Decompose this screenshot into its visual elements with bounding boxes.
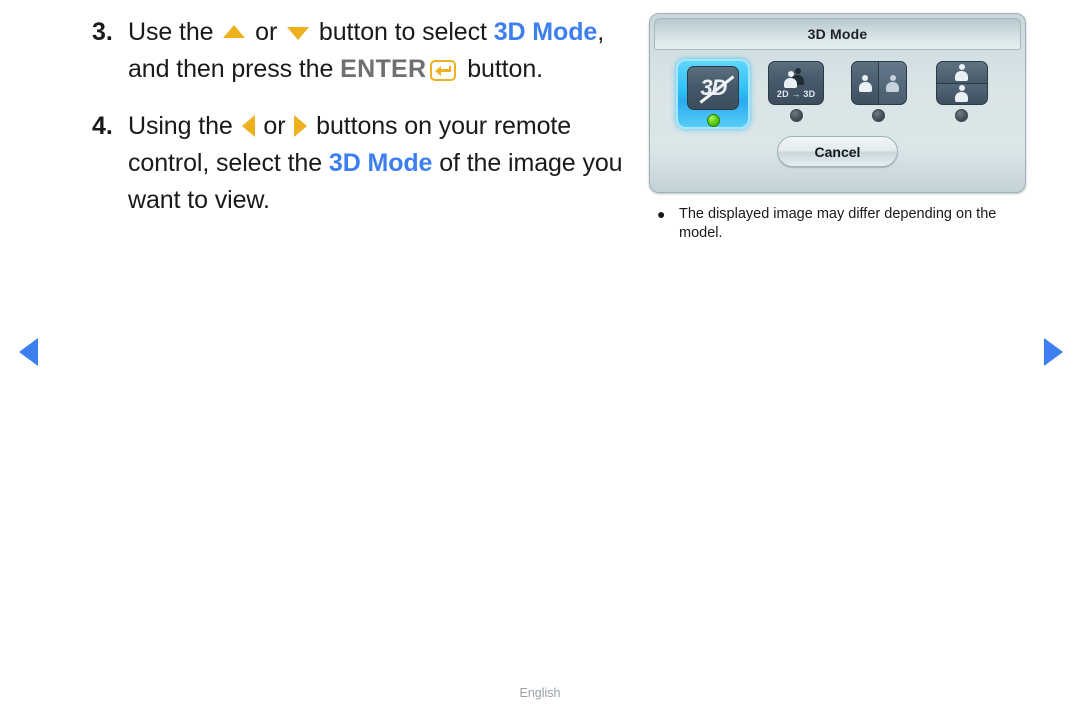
previous-page-arrow[interactable] <box>19 338 38 366</box>
person-silhouette-light <box>784 70 798 88</box>
step4-text-part1: Using the <box>128 112 240 140</box>
step3-text-part2: or <box>248 18 285 46</box>
step4-text-part2: or <box>256 112 293 140</box>
side-by-side-icon <box>850 61 907 105</box>
next-page-arrow[interactable] <box>1044 338 1063 366</box>
dialog-title-bar: 3D Mode <box>654 18 1021 50</box>
three-d-mode-dialog: 3D Mode 3D 2D → 3D Cancel <box>649 13 1026 193</box>
highlight-3d-mode: 3D Mode <box>328 149 433 177</box>
step-number: 4. <box>92 112 113 140</box>
person-silhouette-bottom <box>955 85 969 103</box>
mode-options-row: 3D 2D → 3D <box>654 50 1021 129</box>
footer-language-label: English <box>519 686 561 700</box>
step3-text-part5: button. <box>460 55 543 83</box>
mode-tile[interactable] <box>925 59 999 129</box>
three-d-mode-illustration: 3D Mode 3D 2D → 3D Cancel ● The displaye… <box>649 13 1026 243</box>
mode-label-2d-3d: 2D → 3D <box>776 88 816 99</box>
caption-text: The displayed image may differ depending… <box>679 206 997 241</box>
led-indicator-off <box>789 109 803 122</box>
mode-tile-highlight[interactable]: 3D <box>676 59 751 129</box>
bullet-icon: ● <box>657 206 666 222</box>
cancel-button[interactable]: Cancel <box>777 136 898 167</box>
enter-key-icon <box>430 60 457 81</box>
triangle-right-icon <box>294 115 308 138</box>
person-silhouette-right <box>886 74 900 92</box>
step-text: Use the or button to select 3D Mode, and… <box>128 14 637 88</box>
triangle-down-icon <box>287 26 310 40</box>
cancel-row: Cancel <box>654 136 1021 167</box>
step3-text-part3: button to select <box>312 18 494 46</box>
person-silhouette-top <box>955 63 969 81</box>
person-silhouette-left <box>858 74 872 92</box>
mode-tile[interactable] <box>842 59 916 129</box>
step3-text-part1: Use the <box>128 18 221 46</box>
led-indicator-off <box>955 109 969 122</box>
enter-label: ENTER <box>340 55 427 83</box>
instruction-step-3: 3. Use the or button to select 3D Mode, … <box>92 14 637 88</box>
step-number: 3. <box>92 18 113 46</box>
dialog-caption: ● The displayed image may differ dependi… <box>649 205 1026 243</box>
mode-tile[interactable]: 2D → 3D <box>759 59 833 129</box>
mode-option-top-and-bottom[interactable] <box>925 59 999 129</box>
mode-option-2d-to-3d[interactable]: 2D → 3D <box>759 59 833 129</box>
mode-option-3d-off[interactable]: 3D <box>676 59 751 129</box>
triangle-up-icon <box>223 24 246 38</box>
two-d-to-three-d-icon: 2D → 3D <box>768 61 825 105</box>
led-indicator-off <box>872 109 886 122</box>
triangle-left-icon <box>241 115 255 138</box>
led-indicator-on <box>706 114 720 127</box>
three-d-off-icon: 3D <box>687 66 740 110</box>
top-and-bottom-icon <box>935 61 988 105</box>
dialog-title-text: 3D Mode <box>807 26 868 42</box>
highlight-3d-mode: 3D Mode <box>493 18 598 46</box>
instruction-step-4: 4. Using the or buttons on your remote c… <box>92 108 637 219</box>
instruction-list: 3. Use the or button to select 3D Mode, … <box>92 14 637 239</box>
step-text: Using the or buttons on your remote cont… <box>128 108 637 219</box>
mode-option-side-by-side[interactable] <box>842 59 916 129</box>
